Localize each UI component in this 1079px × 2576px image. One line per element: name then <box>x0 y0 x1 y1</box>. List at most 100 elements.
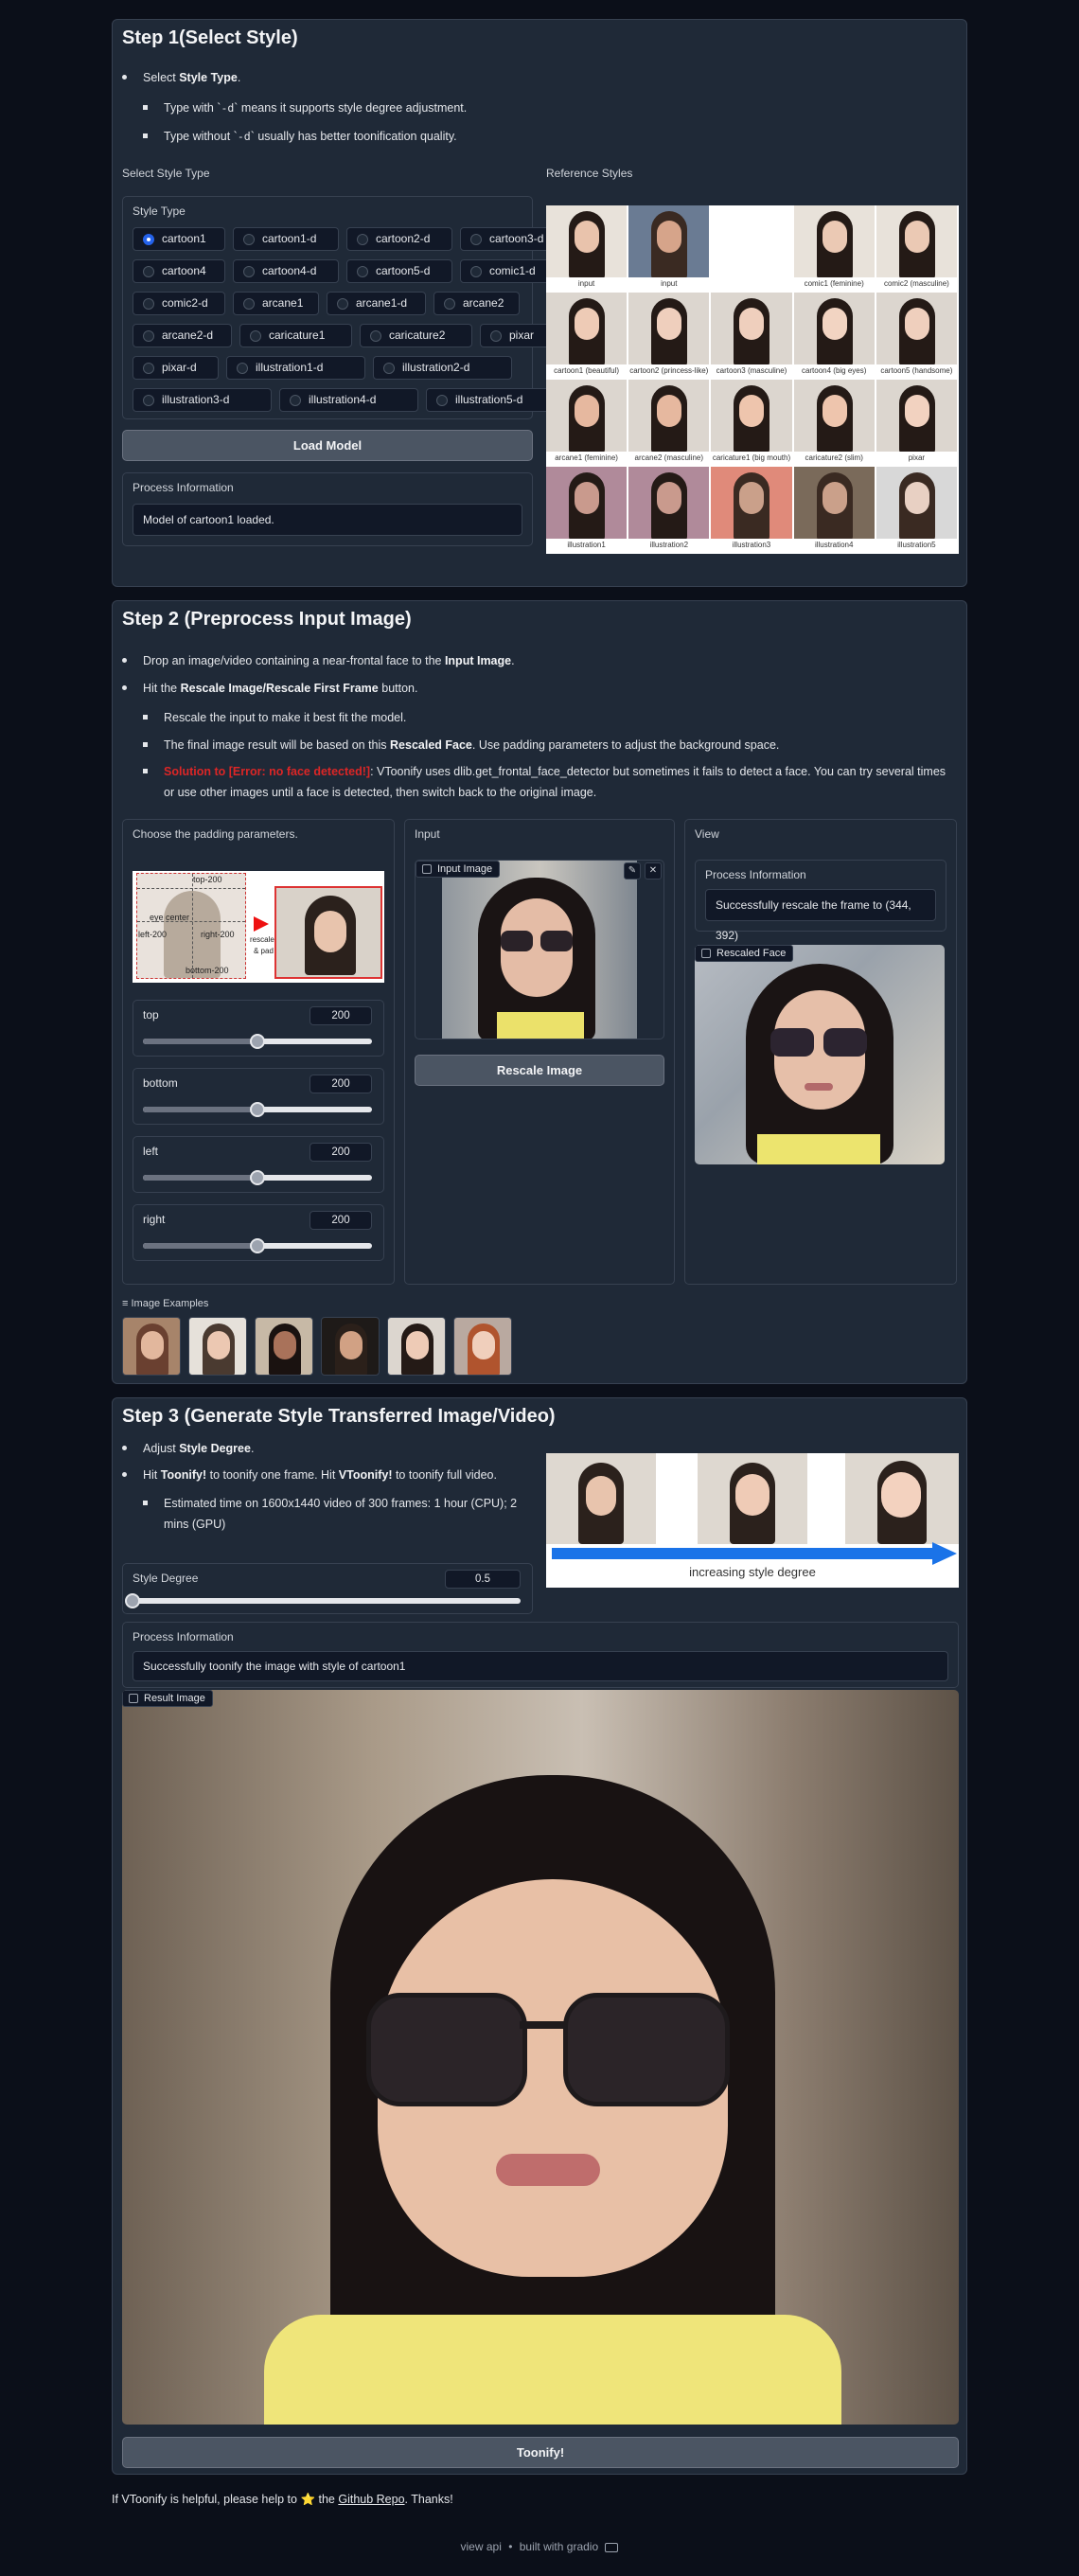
radio-indicator <box>243 266 255 277</box>
style-option-pixar-d[interactable]: pixar-d <box>133 356 219 380</box>
slider-handle[interactable] <box>250 1238 265 1253</box>
style-option-cartoon1-d[interactable]: cartoon1-d <box>233 227 339 251</box>
slider-fill <box>143 1175 257 1181</box>
style-option-illustration1-d[interactable]: illustration1-d <box>226 356 365 380</box>
style-degree-slider[interactable] <box>125 1593 521 1608</box>
process-info-label: Process Information <box>133 481 234 494</box>
slider-track[interactable] <box>143 1102 372 1117</box>
example-thumbnail[interactable] <box>453 1317 512 1376</box>
step2-sub-2: The final image result will be based on … <box>142 735 779 755</box>
reference-caption: comic2 (masculine) <box>876 277 957 291</box>
rescaled-face-tag: Rescaled Face <box>695 945 794 962</box>
slider-fill <box>143 1039 257 1044</box>
style-option-illustration5-d[interactable]: illustration5-d <box>426 388 565 412</box>
slider-right: right 200 <box>133 1204 384 1261</box>
built-with-gradio-link[interactable]: built with gradio <box>520 2540 598 2553</box>
view-label: View <box>695 827 719 841</box>
slider-value-input[interactable]: 200 <box>310 1143 372 1162</box>
step2-bullet-2: Hit the Rescale Image/Rescale First Fram… <box>121 678 417 699</box>
reference-caption: illustration4 <box>793 539 875 552</box>
style-type-label: Style Type <box>133 204 186 218</box>
slider-top: top 200 <box>133 1000 384 1057</box>
reference-cell: cartoon3 (masculine) <box>711 293 792 378</box>
style-option-illustration3-d[interactable]: illustration3-d <box>133 388 272 412</box>
step3-bullet-2: Hit Toonify! to toonify one frame. Hit V… <box>122 1465 497 1485</box>
style-option-caricature1[interactable]: caricature1 <box>239 324 352 347</box>
style-option-illustration4-d[interactable]: illustration4-d <box>279 388 418 412</box>
reference-caption: input <box>628 277 710 291</box>
reference-caption: illustration1 <box>546 539 628 552</box>
style-option-caricature2[interactable]: caricature2 <box>360 324 472 347</box>
style-degree-value[interactable]: 0.5 <box>445 1570 521 1589</box>
view-api-link[interactable]: view api <box>461 2540 502 2553</box>
style-option-comic2-d[interactable]: comic2-d <box>133 292 225 315</box>
radio-indicator <box>470 266 482 277</box>
diagram-top-label: top-200 <box>193 875 222 884</box>
toonify-button[interactable]: Toonify! <box>122 2437 959 2468</box>
slider-track[interactable] <box>143 1034 372 1049</box>
reference-styles-image: input input comic1 (feminine) comic2 (mascu… <box>546 205 959 554</box>
slider-track[interactable] <box>143 1170 372 1185</box>
style-option-illustration2-d[interactable]: illustration2-d <box>373 356 512 380</box>
slider-value-input[interactable]: 200 <box>310 1006 372 1025</box>
slider-value-input[interactable]: 200 <box>310 1211 372 1230</box>
step1-sub-2: Type without `-d` usually has better too… <box>143 126 457 147</box>
example-thumbnail[interactable] <box>255 1317 313 1376</box>
image-icon <box>129 1694 138 1703</box>
style-option-cartoon4[interactable]: cartoon4 <box>133 259 225 283</box>
step2-sub-1: Rescale the input to make it best fit th… <box>142 707 406 728</box>
radio-indicator <box>290 395 301 406</box>
slider-track[interactable] <box>143 1238 372 1253</box>
image-icon <box>422 864 432 874</box>
style-degree-label: Style Degree <box>133 1572 199 1585</box>
rescale-image-button[interactable]: Rescale Image <box>415 1055 664 1086</box>
process-info-label: Process Information <box>133 1630 234 1643</box>
style-option-pixar[interactable]: pixar <box>480 324 553 347</box>
example-thumbnail[interactable] <box>321 1317 380 1376</box>
reference-cell: cartoon1 (beautiful) <box>546 293 628 378</box>
style-option-arcane1-d[interactable]: arcane1-d <box>327 292 426 315</box>
slider-label: right <box>143 1213 166 1226</box>
style-option-arcane2[interactable]: arcane2 <box>433 292 520 315</box>
step1-sub-1: Type with `-d` means it supports style d… <box>142 98 467 118</box>
input-image-box[interactable]: Input Image ✎ ✕ <box>415 860 664 1039</box>
style-option-cartoon2-d[interactable]: cartoon2-d <box>346 227 452 251</box>
slider-value-input[interactable]: 200 <box>310 1075 372 1093</box>
style-option-arcane2-d[interactable]: arcane2-d <box>133 324 232 347</box>
style-option-cartoon1[interactable]: cartoon1 <box>133 227 225 251</box>
close-icon[interactable]: ✕ <box>645 862 662 879</box>
slider-handle[interactable] <box>125 1593 140 1608</box>
diagram-pad-label: & pad <box>254 947 274 955</box>
slider-label: top <box>143 1008 159 1022</box>
style-option-arcane1[interactable]: arcane1 <box>233 292 319 315</box>
example-thumbnail[interactable] <box>122 1317 181 1376</box>
reference-cell: comic2 (masculine) <box>876 205 957 291</box>
style-option-cartoon5-d[interactable]: cartoon5-d <box>346 259 452 283</box>
slider-label: left <box>143 1145 159 1158</box>
radio-indicator <box>237 363 248 374</box>
process-info-label: Process Information <box>705 868 806 881</box>
degree-banner-text: increasing style degree <box>689 1565 816 1579</box>
reference-caption: arcane2 (masculine) <box>628 452 710 465</box>
reference-cell: cartoon5 (handsome) <box>876 293 957 378</box>
result-image-tag: Result Image <box>122 1690 213 1707</box>
edit-icon[interactable]: ✎ <box>624 862 641 879</box>
github-repo-link[interactable]: Github Repo <box>338 2493 404 2506</box>
reference-caption: pixar <box>876 452 957 465</box>
reference-caption: caricature1 (big mouth) <box>711 452 792 465</box>
load-model-button[interactable]: Load Model <box>122 430 533 461</box>
reference-cell: caricature2 (slim) <box>793 380 875 465</box>
step2-bullet-1: Drop an image/video containing a near-fr… <box>122 650 515 671</box>
step3-process-panel: Process Information Successfully toonify… <box>122 1622 959 1688</box>
style-degree-banner: increasing style degree <box>546 1453 959 1588</box>
reference-cell: illustration2 <box>628 467 710 552</box>
example-thumbnail[interactable] <box>387 1317 446 1376</box>
style-option-comic1-d[interactable]: comic1-d <box>460 259 553 283</box>
step1-process-panel: Process Information Model of cartoon1 lo… <box>122 472 533 546</box>
example-thumbnail[interactable] <box>188 1317 247 1376</box>
slider-handle[interactable] <box>250 1170 265 1185</box>
style-option-cartoon4-d[interactable]: cartoon4-d <box>233 259 339 283</box>
slider-handle[interactable] <box>250 1034 265 1049</box>
step3-title: Step 3 (Generate Style Transferred Image… <box>122 1406 556 1427</box>
slider-handle[interactable] <box>250 1102 265 1117</box>
